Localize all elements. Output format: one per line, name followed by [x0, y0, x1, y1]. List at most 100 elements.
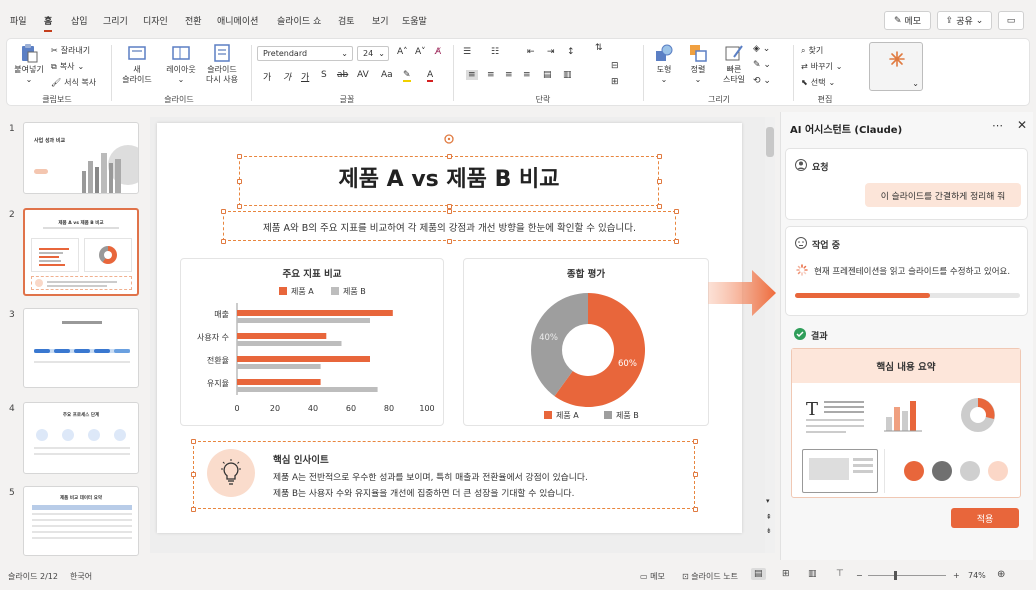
normal-view-icon[interactable]: ▤	[751, 568, 766, 580]
more-options-icon[interactable]: ⋯	[992, 119, 1003, 132]
select-button[interactable]: ⬉ 선택 ⌄	[801, 77, 835, 88]
close-icon[interactable]: ✕	[1017, 118, 1027, 132]
slide-thumbnail-1[interactable]: 사업 성과 비교	[23, 122, 139, 194]
paste-icon	[22, 44, 38, 63]
highlight-icon[interactable]: ✎	[403, 70, 411, 82]
flow-arrow-icon	[708, 270, 776, 316]
reading-view-icon[interactable]: ▥	[808, 569, 817, 579]
donut-chart-card[interactable]: 종합 평가 60% 40% 제품 A 제품 B	[463, 258, 709, 426]
align-text-icon[interactable]: ⊟	[611, 61, 619, 71]
menu-draw[interactable]: 그리기	[103, 14, 128, 27]
text-direction-icon[interactable]: ⇅	[595, 43, 603, 53]
align-right-icon[interactable]: ≡	[505, 70, 513, 80]
bar-series-a	[237, 333, 327, 339]
decrease-indent-icon[interactable]: ⇤	[527, 47, 535, 57]
strikethrough-icon[interactable]: ab	[337, 70, 348, 80]
ai-addin-button[interactable]: ⌄	[869, 42, 923, 91]
copy-button[interactable]: ⧉ 복사 ⌄	[51, 61, 84, 72]
slide-thumbnail-2[interactable]: 제품 A vs 제품 B 비교	[23, 208, 139, 296]
share-button[interactable]: ⇪ 공유 ⌄	[937, 11, 992, 30]
underline-icon[interactable]: 가	[301, 70, 309, 83]
menu-review[interactable]: 검토	[338, 14, 355, 27]
language-status[interactable]: 한국어	[70, 571, 92, 582]
quick-styles-button[interactable]: 빠른 스타일	[715, 43, 753, 85]
bold-icon[interactable]: 가	[263, 70, 271, 83]
menu-design[interactable]: 디자인	[143, 14, 168, 27]
menu-slideshow[interactable]: 슬라이드 쇼	[277, 14, 321, 27]
line-spacing-icon[interactable]: ↕	[567, 47, 575, 57]
slideshow-view-icon[interactable]: ⊤	[836, 569, 844, 579]
align-center-icon[interactable]: ≡	[487, 70, 495, 80]
zoom-slider[interactable]	[868, 571, 946, 580]
scrollbar-thumb[interactable]	[766, 127, 774, 157]
smartart-icon[interactable]: ⊞	[611, 77, 619, 87]
shape-effects-icon[interactable]: ⟲ ⌄	[753, 76, 771, 86]
menu-help[interactable]: 도움말	[402, 14, 427, 27]
memo-label: 메모	[904, 17, 922, 27]
numbering-icon[interactable]: ☷	[491, 47, 499, 57]
shrink-font-icon[interactable]: A˅	[415, 47, 426, 57]
zoom-out-icon[interactable]: −	[856, 571, 863, 580]
bullets-icon[interactable]: ☰	[463, 47, 471, 57]
share-icon: ⇪	[945, 15, 954, 26]
fit-slide-icon[interactable]: ⊕	[997, 569, 1005, 580]
slide-thumbnail-4[interactable]: 주요 프로세스 단계	[23, 402, 139, 474]
shape-outline-icon[interactable]: ✎ ⌄	[753, 60, 771, 70]
clear-format-icon[interactable]: A̸	[435, 47, 441, 57]
memo-button[interactable]: ✎ 메모	[884, 11, 931, 30]
bar-chart-card[interactable]: 주요 지표 비교 제품 A 제품 B 0 20 40 60 80 100 매출 사용자 수 전환율 유…	[180, 258, 444, 426]
slide-scrollbar[interactable]: ▾ ⇞ ⇟	[765, 117, 775, 553]
new-slide-button[interactable]: 새 슬라이드	[117, 43, 157, 85]
thumb-title: 사업 성과 비교	[34, 138, 66, 144]
slide-thumbnail-3[interactable]	[23, 308, 139, 388]
next-slide-icon[interactable]: ⇟	[766, 527, 772, 535]
justify-icon[interactable]: ≡	[523, 70, 531, 80]
notes-button[interactable]: ⊡ 슬라이드 노트	[682, 571, 738, 582]
shapes-button[interactable]: 도형 ⌄	[647, 43, 681, 85]
spacing-icon[interactable]: AV	[357, 70, 369, 80]
menu-transitions[interactable]: 전환	[185, 14, 202, 27]
paste-button[interactable]: 붙여넣기 ⌄	[11, 43, 47, 85]
italic-icon[interactable]: 가	[283, 70, 291, 83]
slide-title[interactable]: 제품 A vs 제품 B 비교	[239, 161, 659, 193]
zoom-level[interactable]: 74%	[968, 571, 986, 580]
reuse-slides-button[interactable]: 슬라이드 다시 사용	[201, 43, 243, 85]
font-color-icon[interactable]: A	[427, 70, 434, 82]
replace-button[interactable]: ⇄ 바꾸기 ⌄	[801, 61, 843, 72]
menu-insert[interactable]: 삽입	[71, 14, 88, 27]
grow-font-icon[interactable]: A˄	[397, 47, 408, 57]
shadow-icon[interactable]: S	[321, 70, 327, 80]
cut-button[interactable]: ✂ 잘라내기	[51, 45, 90, 56]
menu-animations[interactable]: 애니메이션	[217, 14, 258, 27]
status-memo-button[interactable]: ▭ 메모	[640, 571, 665, 582]
comments-button[interactable]: ▭	[998, 11, 1024, 30]
columns-icon[interactable]: ▥	[563, 70, 572, 80]
prev-slide-icon[interactable]: ⇞	[766, 513, 772, 521]
shape-fill-icon[interactable]: ◈ ⌄	[753, 44, 770, 54]
scroll-down-icon[interactable]: ▾	[766, 497, 770, 505]
menu-view[interactable]: 보기	[372, 14, 389, 27]
layout-label: 레이아웃	[166, 65, 196, 74]
apply-button[interactable]: 적용	[951, 508, 1019, 528]
arrange-button[interactable]: 정렬 ⌄	[681, 43, 715, 85]
layout-button[interactable]: 레이아웃 ⌄	[161, 43, 201, 85]
zoom-in-icon[interactable]: +	[953, 571, 960, 580]
bar-series-b	[237, 318, 370, 323]
increase-indent-icon[interactable]: ⇥	[547, 47, 555, 57]
pie-chart-icon	[961, 398, 995, 432]
sorter-view-icon[interactable]: ⊞	[782, 569, 790, 579]
menu-home[interactable]: 홈	[44, 14, 53, 32]
menu-file[interactable]: 파일	[10, 14, 27, 27]
slide-subtitle[interactable]: 제품 A와 B의 주요 지표를 비교하여 각 제품의 강점과 개선 방향을 한눈…	[223, 220, 676, 234]
rotate-handle-icon[interactable]	[443, 133, 455, 145]
font-name-select[interactable]: Pretendard ⌄	[257, 46, 353, 61]
change-case-icon[interactable]: Aa	[381, 70, 393, 80]
zoom-slider-thumb[interactable]	[894, 571, 897, 580]
align-left-icon[interactable]: ≡	[466, 70, 478, 80]
distribute-icon[interactable]: ▤	[543, 70, 552, 80]
claude-icon	[889, 51, 905, 67]
format-painter-button[interactable]: 🖌 서식 복사	[51, 77, 96, 88]
font-size-select[interactable]: 24 ⌄	[357, 46, 389, 61]
slide-thumbnail-5[interactable]: 제품 비교 데이터 요약	[23, 486, 139, 556]
find-button[interactable]: ⌕ 찾기	[801, 45, 823, 56]
